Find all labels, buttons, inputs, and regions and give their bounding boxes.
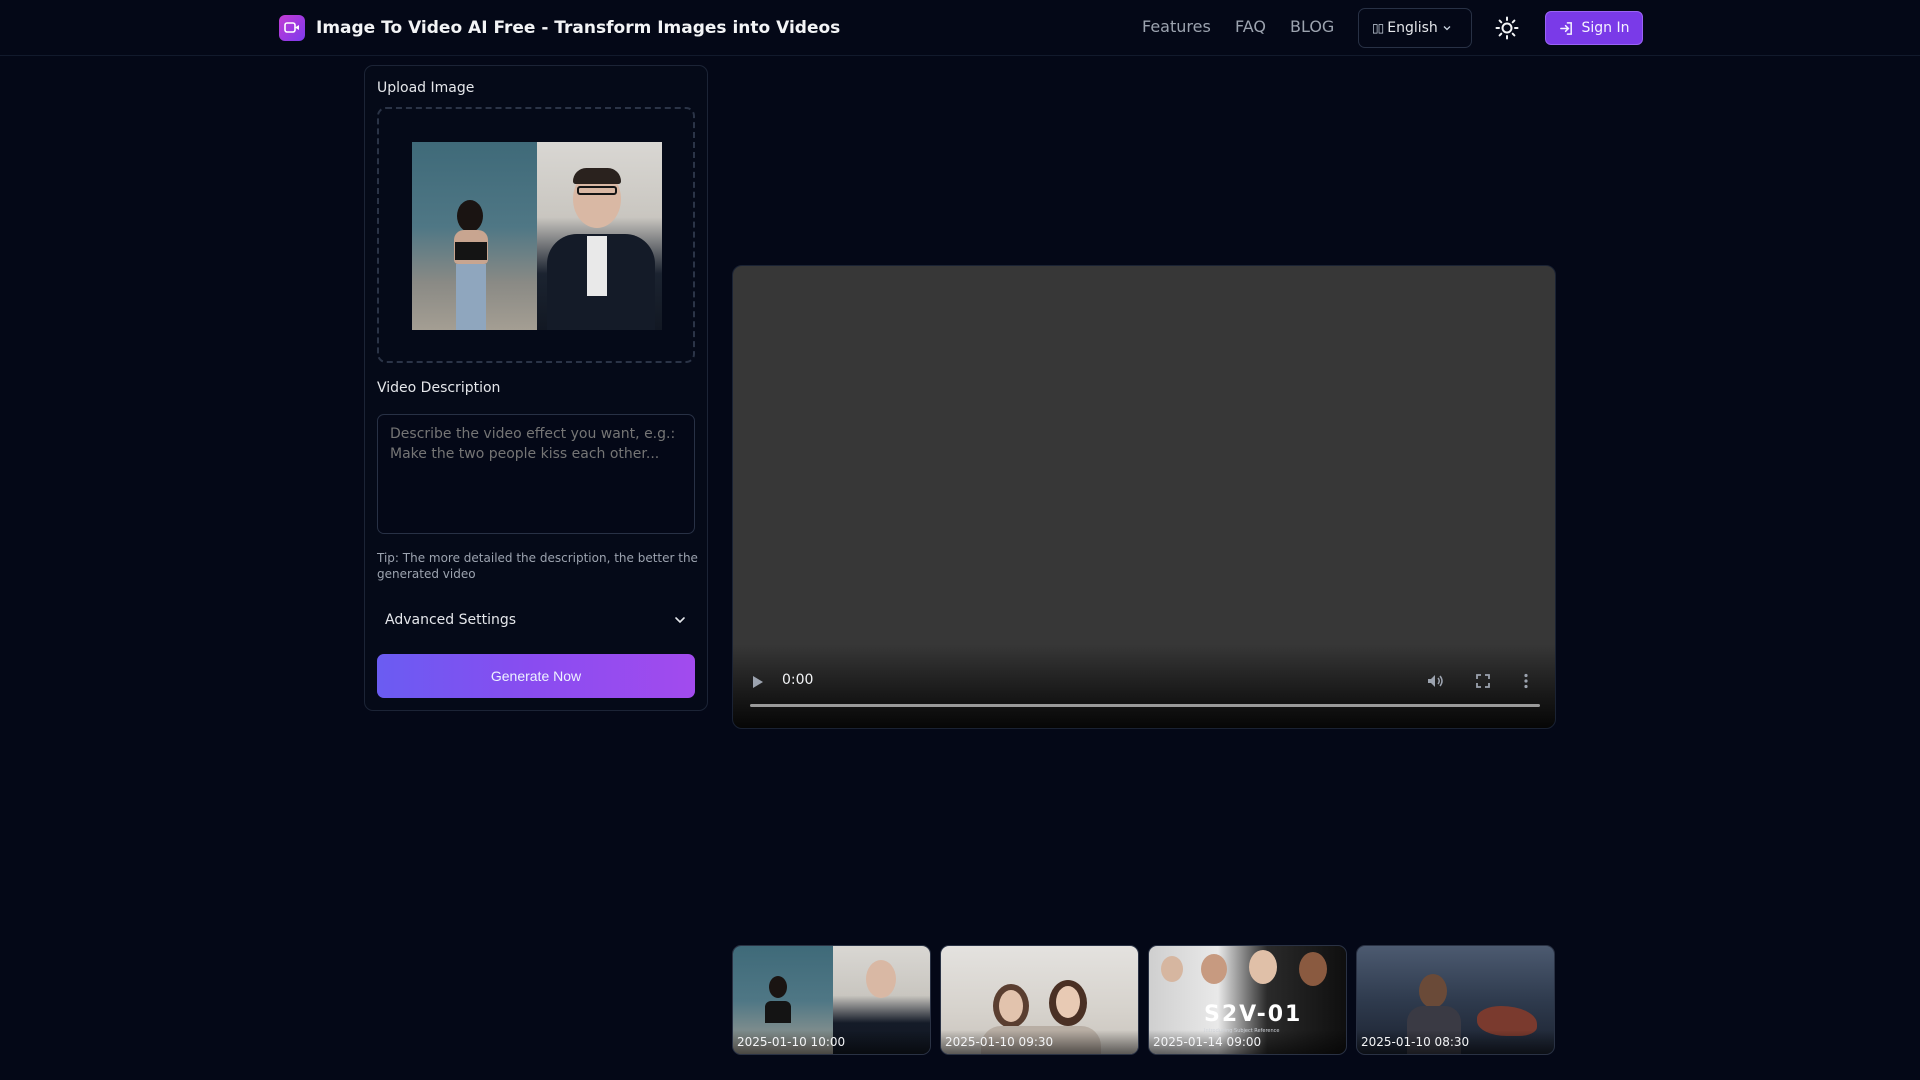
- uploaded-image-preview: [412, 142, 662, 330]
- language-label: English: [1387, 20, 1438, 36]
- theme-toggle-button[interactable]: [1494, 15, 1520, 41]
- video-progress-bar[interactable]: [750, 704, 1540, 707]
- gallery-overlay-title: S2V-01: [1204, 1002, 1303, 1027]
- image-to-video-logo-icon: [279, 15, 305, 41]
- gallery-item-date: 2025-01-10 10:00: [733, 1030, 930, 1054]
- top-header: Image To Video AI Free - Transform Image…: [0, 0, 1920, 56]
- upload-image-label: Upload Image: [377, 80, 475, 96]
- video-time: 0:00: [782, 672, 814, 688]
- sign-in-label: Sign In: [1581, 20, 1630, 36]
- video-description-input[interactable]: [377, 414, 695, 534]
- language-select[interactable]: ▯▯ English: [1358, 8, 1472, 48]
- sun-icon: [1495, 16, 1519, 40]
- nav-faq-link[interactable]: FAQ: [1235, 17, 1266, 36]
- gallery-item[interactable]: S2V-01 Introducing Subject Reference 202…: [1148, 945, 1347, 1055]
- gallery-item-date: 2025-01-14 09:00: [1149, 1030, 1346, 1054]
- video-description-label: Video Description: [377, 380, 501, 396]
- preview-photo-man: [537, 142, 662, 330]
- advanced-settings-label: Advanced Settings: [385, 612, 517, 628]
- play-icon[interactable]: [751, 674, 765, 690]
- gallery-item[interactable]: 2025-01-10 08:30: [1356, 945, 1555, 1055]
- chevron-down-icon: [675, 617, 685, 624]
- gallery-item[interactable]: 2025-01-10 10:00: [732, 945, 931, 1055]
- generator-panel: Upload Image Video Description Tip: The …: [364, 65, 708, 711]
- site-title: Image To Video AI Free - Transform Image…: [316, 18, 841, 38]
- nav-blog-link[interactable]: BLOG: [1290, 17, 1334, 36]
- login-arrow-icon: [1559, 21, 1572, 35]
- gallery-item[interactable]: 2025-01-10 09:30: [940, 945, 1139, 1055]
- advanced-settings-toggle[interactable]: Advanced Settings: [377, 602, 695, 638]
- gallery-item-date: 2025-01-10 09:30: [941, 1030, 1138, 1054]
- fullscreen-icon[interactable]: [1474, 672, 1492, 690]
- description-tip: Tip: The more detailed the description, …: [377, 551, 698, 581]
- image-dropzone[interactable]: [377, 107, 695, 363]
- flag-icon: ▯▯: [1372, 21, 1384, 35]
- video-player[interactable]: 0:00: [732, 265, 1556, 729]
- preview-photo-woman: [412, 142, 537, 330]
- more-vertical-icon[interactable]: [1523, 672, 1529, 690]
- brand[interactable]: Image To Video AI Free - Transform Image…: [279, 15, 840, 41]
- gallery-item-date: 2025-01-10 08:30: [1357, 1030, 1554, 1054]
- nav-features-link[interactable]: Features: [1142, 17, 1211, 36]
- generate-now-button[interactable]: Generate Now: [377, 654, 695, 698]
- volume-icon[interactable]: [1426, 672, 1444, 690]
- sign-in-button[interactable]: Sign In: [1545, 11, 1643, 45]
- chevron-down-icon: [1442, 23, 1452, 33]
